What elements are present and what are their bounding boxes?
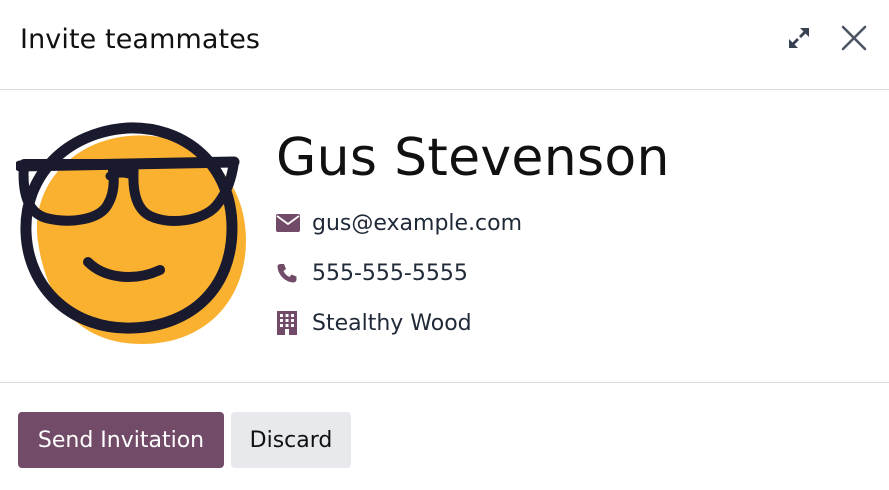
expand-icon: [786, 25, 812, 55]
avatar: [14, 120, 252, 350]
building-icon: [276, 310, 302, 336]
send-invitation-button[interactable]: Send Invitation: [18, 412, 224, 468]
discard-button[interactable]: Discard: [231, 412, 351, 468]
dialog-footer: Send Invitation Discard: [0, 383, 889, 490]
expand-button[interactable]: [783, 24, 815, 56]
envelope-icon: [276, 210, 302, 236]
contact-email: gus@example.com: [312, 210, 523, 236]
close-button[interactable]: [836, 22, 872, 58]
smiley-sunglasses-avatar-icon: [14, 122, 252, 354]
dialog-body: Gus Stevenson gus@example.com 555-555-55…: [0, 90, 889, 383]
phone-icon: [276, 260, 302, 286]
contact-name: Gus Stevenson: [276, 128, 670, 188]
invite-dialog: Invite teammates Gus Stevenson gus@examp…: [0, 0, 889, 490]
company-row: Stealthy Wood: [276, 307, 472, 339]
close-icon: [840, 24, 868, 56]
email-row: gus@example.com: [276, 207, 522, 239]
contact-company: Stealthy Wood: [312, 310, 472, 336]
contact-phone: 555-555-5555: [312, 260, 468, 286]
dialog-title: Invite teammates: [20, 24, 261, 55]
phone-row: 555-555-5555: [276, 257, 468, 289]
dialog-header: Invite teammates: [0, 0, 889, 90]
